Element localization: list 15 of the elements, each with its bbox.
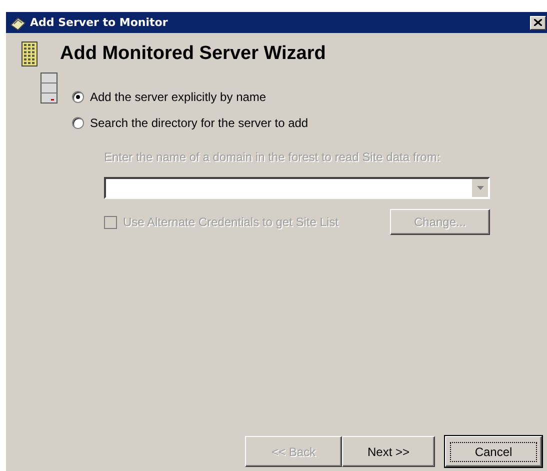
cancel-button[interactable]: Cancel bbox=[445, 436, 542, 467]
app-icon bbox=[9, 14, 27, 30]
window-title: Add Server to Monitor bbox=[30, 16, 169, 29]
server-icon bbox=[39, 72, 59, 104]
radio-button[interactable] bbox=[72, 117, 84, 129]
building-icon bbox=[21, 41, 38, 67]
next-button[interactable]: Next >> bbox=[342, 436, 435, 467]
dropdown-arrow-icon bbox=[476, 186, 484, 190]
radio-label: Add the server explicitly by name bbox=[90, 90, 266, 104]
domain-combo-box[interactable] bbox=[104, 177, 490, 199]
radio-button[interactable] bbox=[72, 91, 84, 103]
close-icon bbox=[534, 19, 542, 26]
radio-label: Search the directory for the server to add bbox=[90, 116, 308, 130]
wizard-heading: Add Monitored Server Wizard bbox=[60, 43, 326, 65]
close-button[interactable] bbox=[530, 16, 546, 30]
